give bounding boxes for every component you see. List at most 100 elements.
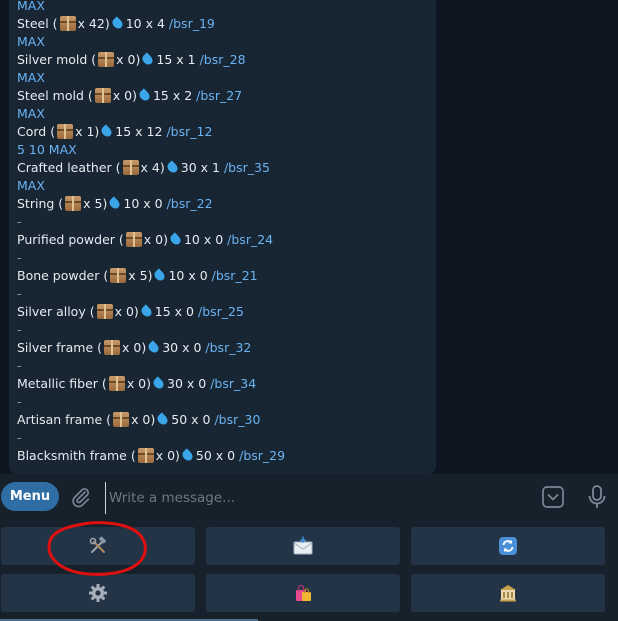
package-icon — [59, 16, 76, 31]
droplet-icon — [99, 124, 114, 139]
resource-row: Cord (x 1) 15 x 12 /bsr_12 — [17, 123, 212, 141]
paren: ( — [126, 448, 136, 463]
resource-command-link[interactable]: /bsr_27 — [196, 88, 242, 103]
resource-stat: 15 x 2 — [152, 88, 193, 103]
bank-icon — [500, 585, 516, 602]
resource-stat: 30 x 1 — [180, 160, 220, 175]
max-link[interactable]: MAX — [17, 0, 45, 15]
resource-name: Steel — [17, 16, 49, 31]
paren: ( — [87, 52, 97, 67]
package-icon — [98, 52, 115, 67]
resource-name: Metallic fiber — [17, 376, 98, 391]
paren: ( — [48, 16, 58, 31]
resource-name: Purified powder — [17, 232, 115, 247]
resource-command-link[interactable]: /bsr_35 — [224, 160, 270, 175]
paren: ( — [85, 304, 95, 319]
dash-separator: - — [17, 250, 22, 265]
package-icon — [94, 88, 111, 103]
menu-button[interactable]: Menu — [1, 482, 59, 511]
keyboard-button-mail[interactable] — [206, 527, 400, 565]
droplet-icon — [110, 16, 125, 31]
craft-amount-links[interactable]: MAX — [17, 33, 45, 51]
microphone-icon[interactable] — [586, 484, 608, 510]
resource-stat: 50 x 0 — [195, 448, 236, 463]
resource-row: Bone powder (x 5) 10 x 0 /bsr_21 — [17, 267, 258, 285]
craft-amount-links[interactable]: MAX — [17, 177, 45, 195]
resource-row: String (x 5) 10 x 0 /bsr_22 — [17, 195, 213, 213]
resource-quantity: x 0) — [143, 232, 168, 247]
resource-command-link[interactable]: /bsr_22 — [167, 196, 213, 211]
package-icon — [125, 232, 142, 247]
resource-row: Crafted leather (x 4) 30 x 1 /bsr_35 — [17, 159, 270, 177]
droplet-icon — [165, 160, 180, 175]
droplet-icon — [180, 448, 195, 463]
resource-name: String — [17, 196, 55, 211]
resource-stat: 15 x 0 — [154, 304, 194, 319]
package-icon — [113, 412, 130, 427]
resource-command-link[interactable]: /bsr_24 — [227, 232, 273, 247]
dash-separator: - — [17, 358, 22, 373]
resource-command-link[interactable]: /bsr_25 — [198, 304, 244, 319]
resource-stat: 10 x 0 — [168, 268, 208, 283]
resource-row: Silver alloy (x 0) 15 x 0 /bsr_25 — [17, 303, 244, 321]
resource-row: Metallic fiber (x 0) 30 x 0 /bsr_34 — [17, 375, 256, 393]
dash-separator: - — [17, 466, 22, 474]
resource-command-link[interactable]: /bsr_21 — [212, 268, 258, 283]
red-annotation-circle — [47, 521, 147, 576]
resource-stat: 10 x 0 — [183, 232, 224, 247]
resource-quantity: x 0) — [114, 304, 139, 319]
paren: ( — [114, 232, 124, 247]
package-icon — [57, 124, 74, 139]
resource-command-link[interactable]: /bsr_28 — [200, 52, 246, 67]
dash-separator: - — [17, 394, 22, 409]
resource-stat: 15 x 12 — [115, 124, 163, 139]
resource-stat: 30 x 0 — [167, 376, 207, 391]
resource-row: Blacksmith frame (x 0) 50 x 0 /bsr_29 — [17, 447, 285, 465]
resource-stat: 15 x 1 — [156, 52, 196, 67]
paren: ( — [83, 88, 93, 103]
message-bubble: MAX Steel (x 42) 10 x 4 /bsr_19 MAX Silver m… — [9, 0, 436, 474]
craft-amount-links[interactable]: MAX — [17, 105, 45, 123]
package-icon — [65, 196, 82, 211]
resource-stat: 10 x 0 — [123, 196, 163, 211]
paperclip-icon[interactable] — [70, 486, 92, 508]
resource-row: Silver mold (x 0) 15 x 1 /bsr_28 — [17, 51, 246, 69]
resource-command-link[interactable]: /bsr_29 — [239, 448, 285, 463]
resource-stat: 10 x 4 — [125, 16, 165, 31]
resource-command-link[interactable]: /bsr_12 — [166, 124, 212, 139]
resource-name: Steel mold — [17, 88, 84, 103]
paren: ( — [46, 124, 56, 139]
resource-name: Bone powder — [17, 268, 100, 283]
resource-command-link[interactable]: /bsr_30 — [214, 412, 260, 427]
package-icon — [108, 376, 125, 391]
dash-separator: - — [17, 322, 22, 337]
resource-quantity: x 4) — [140, 160, 165, 175]
resource-quantity: x 1) — [75, 124, 100, 139]
resource-command-link[interactable]: /bsr_19 — [169, 16, 215, 31]
droplet-icon — [137, 88, 152, 103]
refresh-icon — [499, 537, 517, 555]
resource-quantity: x 0) — [116, 52, 141, 67]
resource-row: Purified powder ( x 0) 10 x 0 /bsr_24 — [17, 231, 273, 249]
paren: ( — [97, 376, 107, 391]
droplet-icon — [155, 412, 170, 427]
keyboard-button-shop[interactable] — [206, 574, 400, 612]
droplet-icon — [140, 52, 155, 67]
keyboard-button-bank[interactable] — [411, 574, 605, 612]
droplet-icon — [107, 196, 122, 211]
message-input[interactable] — [105, 482, 531, 514]
resource-command-link[interactable]: /bsr_32 — [205, 340, 251, 355]
droplet-icon — [168, 232, 183, 247]
resource-quantity: x 42) — [77, 16, 110, 31]
keyboard-button-refresh[interactable] — [411, 527, 605, 565]
craft-amount-links[interactable]: 5 10 MAX — [17, 141, 77, 159]
craft-amount-links[interactable]: MAX — [17, 69, 45, 87]
resource-quantity: x 0) — [131, 412, 156, 427]
bot-keyboard-toggle-icon[interactable] — [541, 485, 565, 509]
incoming-envelope-icon — [293, 536, 313, 555]
droplet-icon — [151, 376, 166, 391]
resource-command-link[interactable]: /bsr_34 — [210, 376, 256, 391]
resource-row: Silver frame (x 0) 30 x 0 /bsr_32 — [17, 339, 251, 357]
dash-separator: - — [17, 286, 22, 301]
keyboard-button-settings[interactable] — [1, 574, 195, 612]
